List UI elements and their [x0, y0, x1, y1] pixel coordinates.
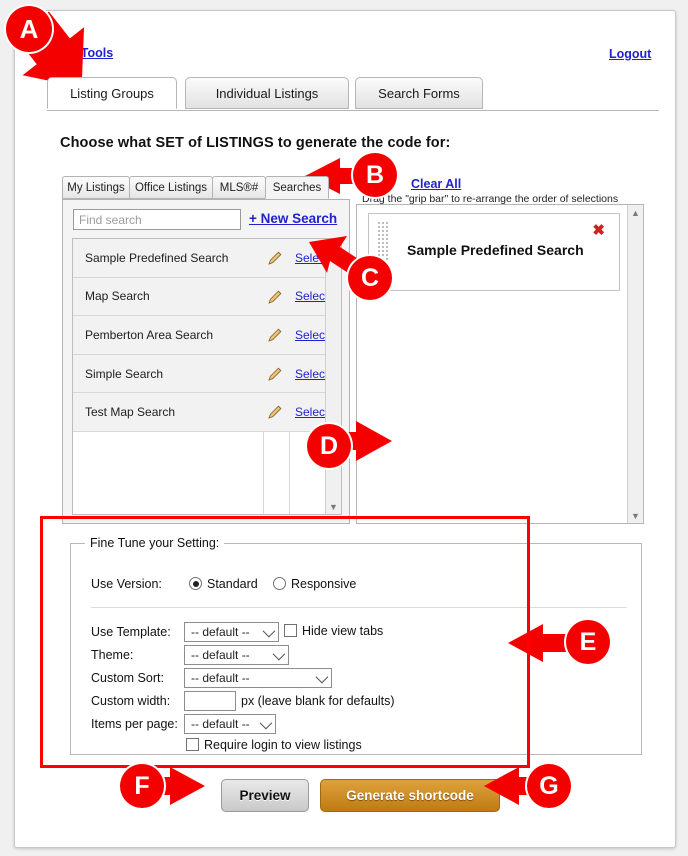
- edit-pencil-icon[interactable]: [266, 288, 284, 306]
- require-login-checkbox[interactable]: [186, 738, 199, 751]
- custom-width-label: Custom width:: [91, 694, 171, 708]
- clear-all-link[interactable]: Clear All: [411, 177, 461, 191]
- chevron-down-icon: [259, 716, 273, 730]
- list-item[interactable]: Test Map Search Select »: [73, 393, 341, 432]
- logout-link[interactable]: Logout: [609, 47, 651, 61]
- list-item[interactable]: Pemberton Area Search Select »: [73, 316, 341, 355]
- use-template-value: -- default --: [191, 625, 250, 639]
- edit-pencil-icon[interactable]: [266, 249, 284, 267]
- primary-tab-strip: Listing Groups Individual Listings Searc…: [47, 77, 659, 111]
- hide-view-tabs-label[interactable]: Hide view tabs: [302, 624, 383, 638]
- fine-tune-section: Fine Tune your Setting: Use Version: Sta…: [62, 535, 650, 763]
- version-standard-radio[interactable]: [189, 577, 202, 590]
- preview-button[interactable]: Preview: [221, 779, 309, 812]
- theme-select[interactable]: -- default --: [184, 645, 289, 665]
- custom-width-suffix: px (leave blank for defaults): [241, 694, 395, 708]
- remove-icon[interactable]: ✖: [592, 223, 605, 238]
- chevron-down-icon: [272, 647, 286, 661]
- search-source-panel: + New Search Sample Predefined Search Se…: [62, 199, 350, 524]
- custom-sort-label: Custom Sort:: [91, 671, 164, 685]
- use-version-label: Use Version:: [91, 577, 162, 591]
- custom-sort-value: -- default --: [191, 671, 250, 685]
- selected-items-panel: Sample Predefined Search ✖ ▲ ▼: [356, 204, 644, 524]
- items-per-page-label: Items per page:: [91, 717, 178, 731]
- list-item[interactable]: Map Search Select »: [73, 277, 341, 317]
- find-search-input[interactable]: [73, 209, 241, 230]
- selected-item-title: Sample Predefined Search: [407, 242, 584, 258]
- application-card: ng Tools Logout Listing Groups Individua…: [14, 10, 676, 848]
- tools-link[interactable]: ng Tools: [62, 46, 113, 60]
- page-title: Choose what SET of LISTINGS to generate …: [60, 135, 451, 151]
- use-template-select[interactable]: -- default --: [184, 622, 279, 642]
- search-name: Map Search: [85, 289, 150, 304]
- generate-shortcode-button[interactable]: Generate shortcode: [320, 779, 500, 812]
- selection-scrollbar[interactable]: ▲ ▼: [627, 205, 643, 523]
- edit-pencil-icon[interactable]: [266, 326, 284, 344]
- tab-search-forms[interactable]: Search Forms: [355, 77, 483, 109]
- scroll-down-icon[interactable]: ▼: [628, 508, 643, 523]
- chevron-down-icon: [315, 670, 329, 684]
- list-item[interactable]: Sample Predefined Search Select »: [73, 239, 341, 278]
- list-scrollbar[interactable]: ▲ ▼: [325, 239, 341, 514]
- items-per-page-select[interactable]: -- default --: [184, 714, 276, 734]
- hide-view-tabs-checkbox[interactable]: [284, 624, 297, 637]
- use-template-label: Use Template:: [91, 625, 171, 639]
- subtab-searches[interactable]: Searches: [265, 176, 329, 199]
- search-name: Sample Predefined Search: [85, 250, 229, 265]
- new-search-link[interactable]: + New Search: [249, 211, 337, 226]
- fine-tune-legend: Fine Tune your Setting:: [85, 536, 225, 550]
- custom-width-input[interactable]: [184, 691, 236, 711]
- tab-individual-listings[interactable]: Individual Listings: [185, 77, 349, 109]
- search-name: Pemberton Area Search: [85, 327, 214, 342]
- grip-bar-icon[interactable]: [377, 221, 389, 285]
- list-item[interactable]: Simple Search Select »: [73, 354, 341, 394]
- custom-sort-select[interactable]: -- default --: [184, 668, 332, 688]
- search-list: Sample Predefined Search Select » Map Se…: [72, 238, 342, 515]
- edit-pencil-icon[interactable]: [266, 365, 284, 383]
- items-per-page-value: -- default --: [191, 717, 250, 731]
- subtab-mls-number[interactable]: MLS®#: [212, 176, 266, 199]
- version-standard-label[interactable]: Standard: [207, 577, 258, 591]
- version-responsive-label[interactable]: Responsive: [291, 577, 356, 591]
- theme-label: Theme:: [91, 648, 134, 662]
- version-responsive-radio[interactable]: [273, 577, 286, 590]
- scroll-up-icon[interactable]: ▲: [628, 205, 643, 220]
- theme-value: -- default --: [191, 648, 250, 662]
- subtab-office-listings[interactable]: Office Listings: [129, 176, 213, 199]
- scroll-up-icon[interactable]: ▲: [326, 239, 341, 254]
- scroll-down-icon[interactable]: ▼: [326, 499, 341, 514]
- search-name: Simple Search: [85, 366, 164, 381]
- edit-pencil-icon[interactable]: [266, 403, 284, 421]
- selected-item-card[interactable]: Sample Predefined Search ✖: [368, 213, 620, 291]
- chevron-down-icon: [262, 624, 276, 638]
- tab-listing-groups[interactable]: Listing Groups: [47, 77, 177, 109]
- search-name: Test Map Search: [85, 405, 176, 420]
- subtab-my-listings[interactable]: My Listings: [62, 176, 130, 199]
- require-login-label[interactable]: Require login to view listings: [204, 738, 362, 752]
